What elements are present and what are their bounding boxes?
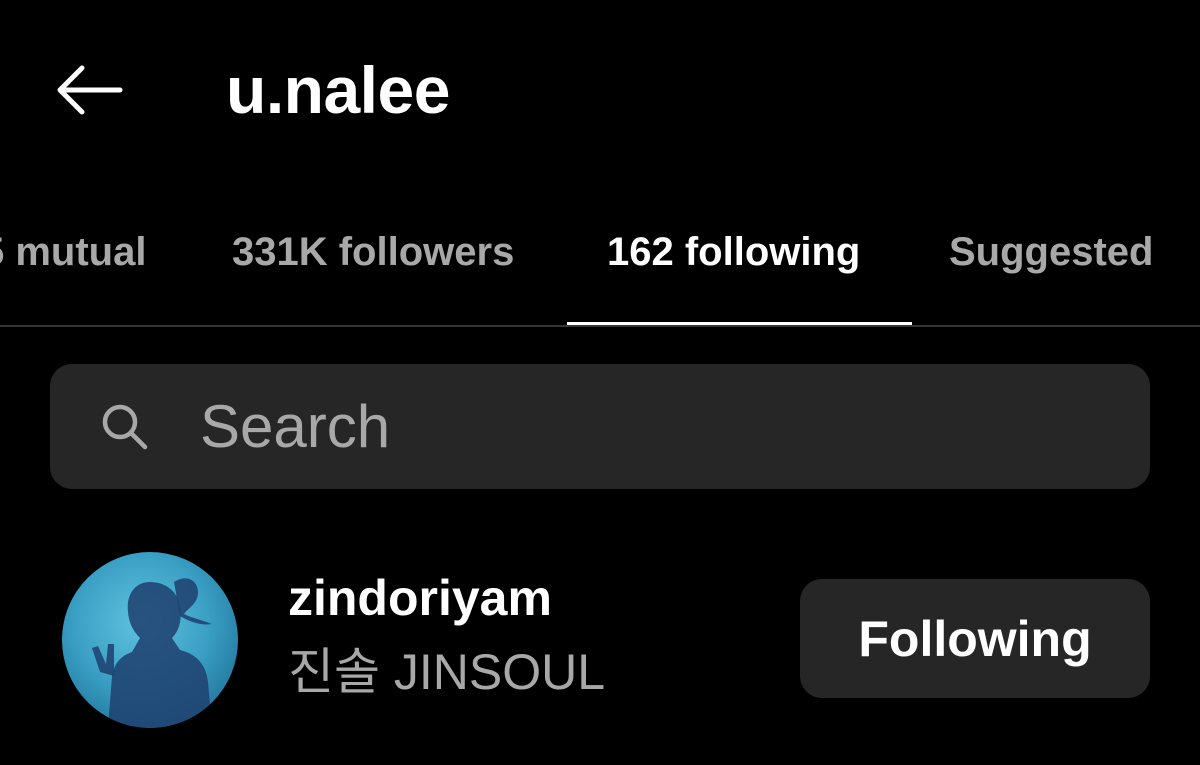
back-button[interactable] <box>40 52 136 128</box>
tab-following[interactable]: 162 following <box>607 212 860 292</box>
tab-followers[interactable]: 331K followers <box>232 212 514 292</box>
avatar-image <box>62 552 238 728</box>
following-button[interactable]: Following <box>800 579 1150 698</box>
page-title: u.nalee <box>226 53 450 127</box>
arrow-left-icon <box>57 65 123 115</box>
full-name: 진솔 JINSOUL <box>288 644 606 700</box>
tabs-divider <box>0 325 1200 327</box>
tab-suggested[interactable]: Suggested <box>949 212 1153 292</box>
tab-mutual[interactable]: 5 mutual <box>0 212 146 292</box>
list-item[interactable]: zindoriyam 진솔 JINSOUL Following <box>0 540 1200 740</box>
tab-bar: 5 mutual 331K followers 162 following Su… <box>0 212 1200 328</box>
username[interactable]: zindoriyam <box>288 568 552 628</box>
search-icon <box>102 404 148 450</box>
following-screen: u.nalee 5 mutual 331K followers 162 foll… <box>0 0 1200 765</box>
avatar[interactable] <box>62 552 238 728</box>
search-input[interactable] <box>200 364 1100 489</box>
